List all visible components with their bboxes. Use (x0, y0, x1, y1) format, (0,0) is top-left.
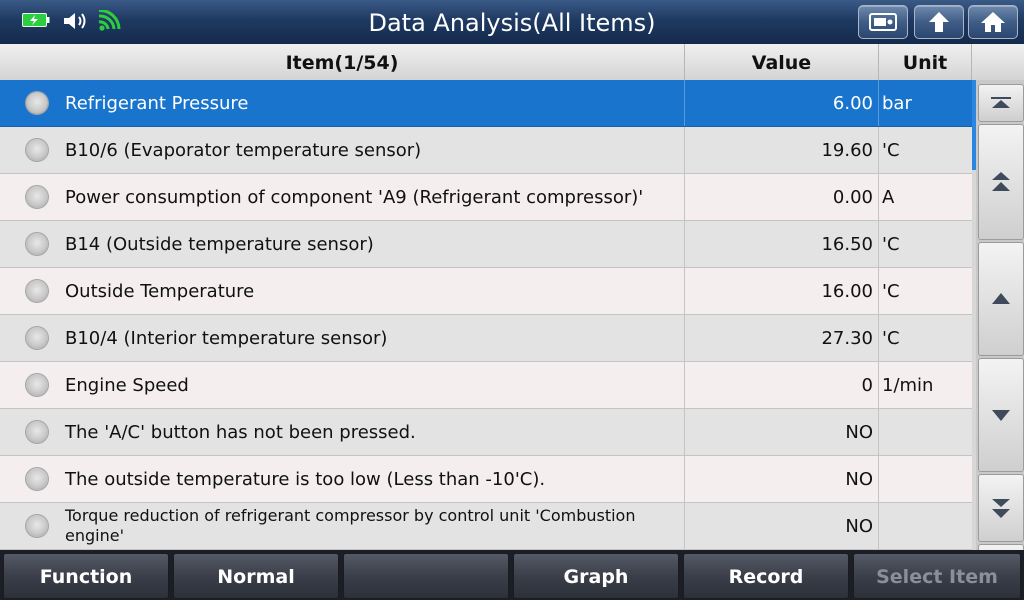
item-name: The 'A/C' button has not been pressed. (65, 421, 416, 443)
table-row[interactable]: B10/4 (Interior temperature sensor) 27.3… (0, 315, 972, 362)
item-name: B10/6 (Evaporator temperature sensor) (65, 139, 422, 161)
column-header-scroll (972, 44, 1024, 80)
page-up-button[interactable] (978, 124, 1024, 240)
column-header-unit: Unit (879, 44, 972, 80)
data-table: Item(1/54) Value Unit Refrigerant Pressu… (0, 44, 1024, 582)
back-arrow-icon (929, 12, 949, 32)
item-name: Engine Speed (65, 374, 189, 396)
item-name: Outside Temperature (65, 280, 255, 302)
page-title: Data Analysis(All Items) (368, 9, 656, 37)
item-value: NO (845, 422, 873, 443)
screenshot-button[interactable] (858, 5, 908, 39)
wifi-icon (98, 10, 121, 31)
table-row[interactable]: The 'A/C' button has not been pressed. N… (0, 409, 972, 456)
item-unit: A (882, 187, 895, 208)
column-header-value: Value (685, 44, 879, 80)
item-name: B14 (Outside temperature sensor) (65, 233, 374, 255)
row-radio-indicator (26, 280, 48, 302)
record-button[interactable]: Record (683, 553, 849, 599)
battery-charging-icon (22, 13, 50, 27)
item-value: 16.00 (821, 281, 873, 302)
item-unit: bar (882, 93, 912, 114)
graph-button[interactable]: Graph (513, 553, 679, 599)
empty-button[interactable] (343, 553, 509, 599)
item-name: B10/4 (Interior temperature sensor) (65, 327, 388, 349)
line-up-icon (992, 293, 1010, 304)
table-row[interactable]: Outside Temperature 16.00 'C (0, 268, 972, 315)
item-unit: 'C (882, 234, 900, 255)
table-header: Item(1/54) Value Unit (0, 44, 1024, 81)
item-unit: 1/min (882, 375, 934, 396)
table-row[interactable]: Refrigerant Pressure 6.00 bar (0, 80, 972, 127)
page-up-icon (992, 172, 1010, 191)
scroll-to-top-icon (991, 97, 1011, 108)
line-up-button[interactable] (978, 242, 1024, 356)
select-item-button: Select Item (853, 553, 1021, 599)
speaker-icon (64, 13, 86, 29)
row-radio-indicator (26, 186, 48, 208)
back-button[interactable] (914, 5, 964, 39)
scroll-panel (972, 80, 1024, 582)
page-down-button[interactable] (978, 474, 1024, 542)
row-radio-indicator (26, 515, 48, 537)
table-row[interactable]: B10/6 (Evaporator temperature sensor) 19… (0, 127, 972, 174)
home-button[interactable] (968, 5, 1018, 39)
table-row[interactable]: Power consumption of component 'A9 (Refr… (0, 174, 972, 221)
item-name: Torque reduction of refrigerant compress… (65, 506, 636, 545)
row-radio-indicator (26, 233, 48, 255)
scrollbar-thumb[interactable] (972, 80, 976, 170)
item-value: 0.00 (832, 187, 873, 208)
item-value: 0 (861, 375, 873, 396)
title-bar: Data Analysis(All Items) (0, 0, 1024, 45)
table-row[interactable]: Engine Speed 0 1/min (0, 362, 972, 409)
row-radio-indicator (26, 327, 48, 349)
table-row[interactable]: The outside temperature is too low (Less… (0, 456, 972, 503)
line-down-button[interactable] (978, 358, 1024, 472)
scrollbar-track[interactable] (972, 80, 976, 550)
page-down-icon (992, 499, 1010, 518)
item-unit (879, 409, 972, 455)
item-unit: 'C (882, 140, 900, 161)
item-unit (879, 456, 972, 502)
item-name: Refrigerant Pressure (65, 92, 249, 114)
row-radio-indicator (26, 92, 48, 114)
normal-button[interactable]: Normal (173, 553, 339, 599)
item-value: 19.60 (821, 140, 873, 161)
item-unit (879, 503, 972, 549)
function-button[interactable]: Function (3, 553, 169, 599)
table-row[interactable]: Torque reduction of refrigerant compress… (0, 503, 972, 550)
table-row[interactable]: B14 (Outside temperature sensor) 16.50 '… (0, 221, 972, 268)
scroll-to-top-button[interactable] (978, 84, 1024, 122)
home-icon (981, 12, 1005, 32)
item-name: The outside temperature is too low (Less… (65, 468, 546, 490)
item-value: 6.00 (832, 93, 873, 114)
item-unit: 'C (882, 328, 900, 349)
item-value: NO (845, 469, 873, 490)
function-bar: Function Normal Graph Record Select Item (0, 550, 1024, 600)
column-header-item: Item(1/54) (0, 44, 685, 80)
line-down-icon (992, 410, 1010, 421)
row-radio-indicator (26, 468, 48, 490)
row-radio-indicator (26, 374, 48, 396)
item-name: Power consumption of component 'A9 (Refr… (65, 186, 644, 208)
table-body: Refrigerant Pressure 6.00 bar B10/6 (Eva… (0, 80, 972, 550)
row-radio-indicator (26, 421, 48, 443)
item-value: NO (845, 516, 873, 537)
item-unit: 'C (882, 281, 900, 302)
item-value: 16.50 (821, 234, 873, 255)
row-radio-indicator (26, 139, 48, 161)
screenshot-icon (869, 13, 897, 31)
item-value: 27.30 (821, 328, 873, 349)
